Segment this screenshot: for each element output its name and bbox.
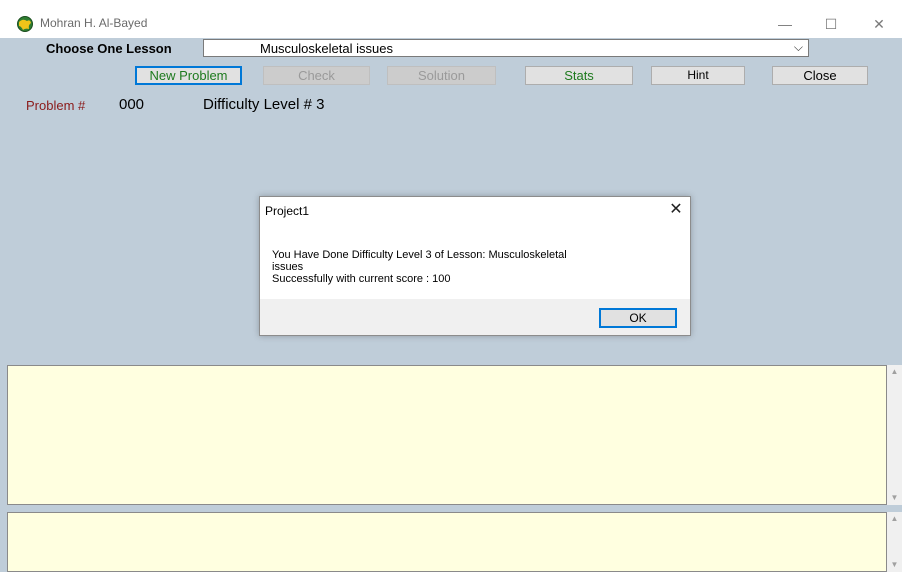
maximize-icon[interactable]: ☐ [808, 10, 854, 38]
dialog-title: Project1 [265, 204, 310, 218]
problem-number: 000 [119, 96, 145, 113]
app-globe-icon [17, 16, 33, 32]
scroll-up-icon[interactable]: ▲ [887, 365, 902, 379]
main-window: Mohran H. Al-Bayed — ☐ ✕ Choose One Less… [0, 0, 902, 572]
window-title: Mohran H. Al-Bayed [40, 16, 148, 30]
scroll-up-icon[interactable]: ▲ [887, 512, 902, 526]
lesson-label: Choose One Lesson [46, 41, 172, 56]
check-button[interactable]: Check [263, 66, 370, 85]
answer-text-area[interactable] [7, 512, 887, 572]
solution-button[interactable]: Solution [387, 66, 496, 85]
scroll-down-icon[interactable]: ▼ [887, 558, 902, 572]
title-bar[interactable]: Mohran H. Al-Bayed — ☐ ✕ [0, 10, 902, 38]
message-dialog: Project1 ✕ You Have Done Difficulty Leve… [259, 196, 691, 336]
dialog-footer: OK [260, 299, 690, 335]
stats-button[interactable]: Stats [525, 66, 633, 85]
new-problem-button[interactable]: New Problem [135, 66, 242, 85]
hint-button[interactable]: Hint [651, 66, 745, 85]
lesson-dropdown[interactable]: Musculoskeletal issues ⌵ [203, 39, 809, 57]
ok-button[interactable]: OK [599, 308, 677, 328]
difficulty-level: Difficulty Level # 3 [203, 96, 325, 113]
close-window-icon[interactable]: ✕ [856, 10, 902, 38]
close-button[interactable]: Close [772, 66, 868, 85]
dialog-close-icon[interactable]: ✕ [664, 199, 688, 221]
dialog-message: You Have Done Difficulty Level 3 of Less… [272, 249, 567, 285]
lesson-selected-value: Musculoskeletal issues [260, 41, 393, 56]
minimize-icon[interactable]: — [762, 10, 808, 38]
scroll-down-icon[interactable]: ▼ [887, 491, 902, 505]
problem-scrollbar[interactable]: ▲ ▼ [887, 365, 902, 505]
chevron-down-icon[interactable]: ⌵ [794, 40, 803, 55]
answer-scrollbar[interactable]: ▲ ▼ [887, 512, 902, 572]
problem-text-area[interactable] [7, 365, 887, 505]
problem-label: Problem # [26, 98, 86, 113]
